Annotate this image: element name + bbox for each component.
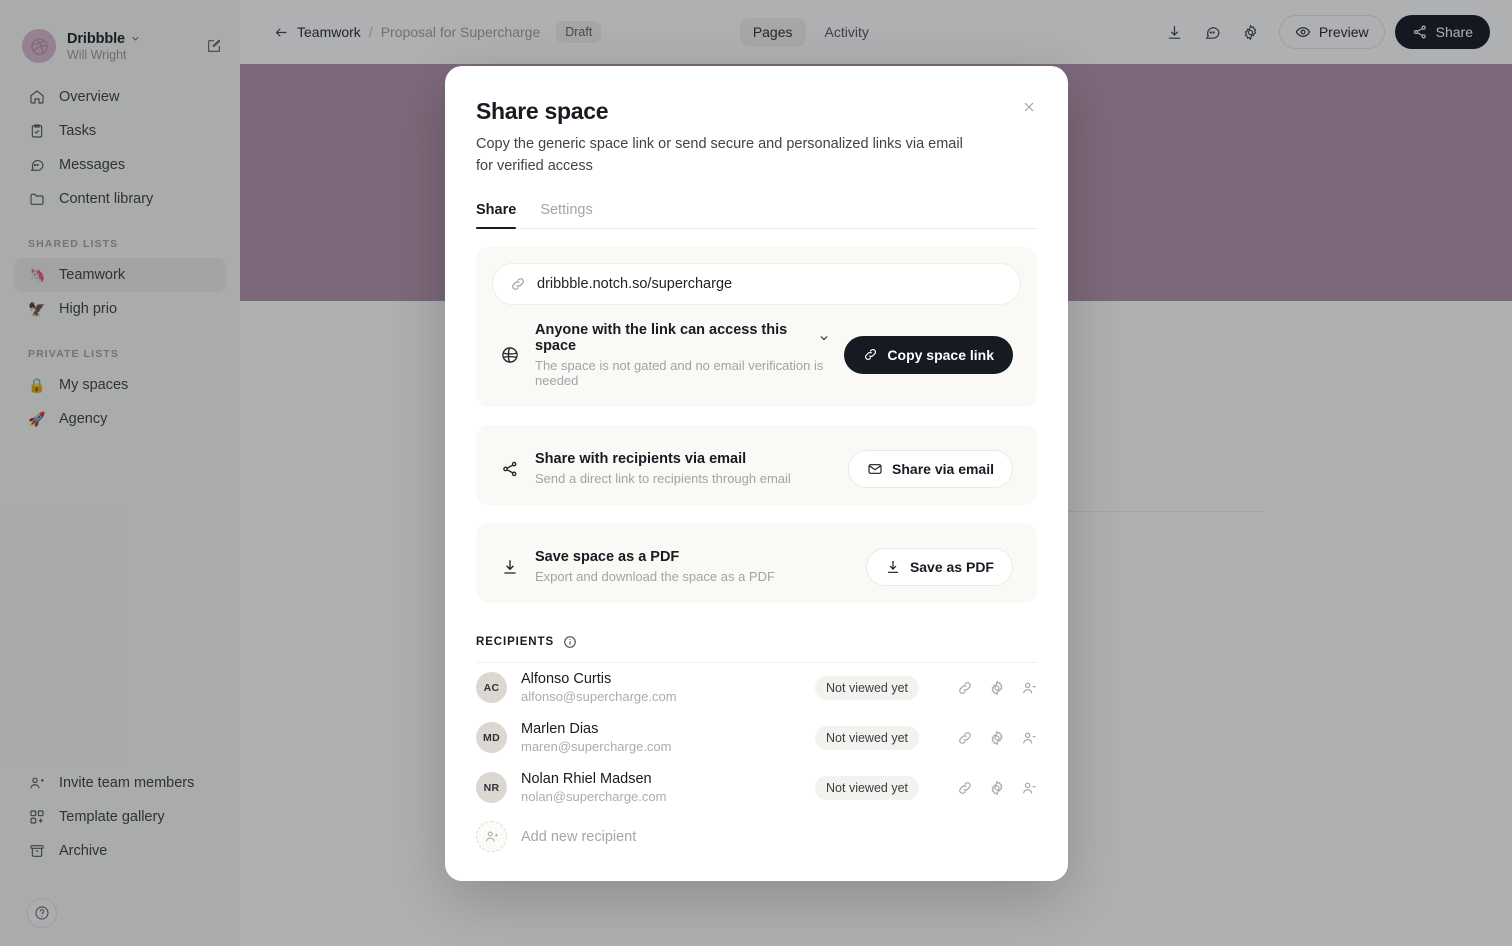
share-email-title: Share with recipients via email <box>535 451 747 467</box>
recipients-header: RECIPIENTS <box>476 635 1037 663</box>
recipient-email: maren@supercharge.com <box>521 739 672 754</box>
recipient-actions <box>957 679 1037 696</box>
link-icon <box>510 276 526 292</box>
user-plus-icon <box>476 821 507 852</box>
space-link-input[interactable] <box>537 275 1003 292</box>
add-recipient-row[interactable]: Add new recipient <box>476 813 1037 861</box>
share-nodes-icon <box>499 460 521 478</box>
access-description: The space is not gated and no email veri… <box>535 357 824 388</box>
recipient-name: Nolan Rhiel Madsen <box>521 771 652 787</box>
share-via-email-label: Share via email <box>892 460 994 477</box>
recipient-status-badge: Not viewed yet <box>815 675 919 700</box>
save-pdf-row: Save space as a PDF Export and download … <box>492 531 1021 589</box>
modal-subtitle: Copy the generic space link or send secu… <box>476 136 963 174</box>
copy-space-link-label: Copy space link <box>887 346 994 363</box>
user-minus-icon[interactable] <box>1021 730 1037 746</box>
gear-icon[interactable] <box>989 679 1005 696</box>
recipient-status-badge: Not viewed yet <box>815 725 919 750</box>
recipient-row[interactable]: NR Nolan Rhiel Madsen nolan@supercharge.… <box>476 763 1037 813</box>
avatar: AC <box>476 672 507 703</box>
recipient-row[interactable]: AC Alfonso Curtis alfonso@supercharge.co… <box>476 663 1037 713</box>
share-email-card: Share with recipients via email Send a d… <box>476 424 1037 505</box>
save-as-pdf-button[interactable]: Save as PDF <box>865 547 1013 586</box>
save-pdf-description: Export and download the space as a PDF <box>535 569 775 584</box>
space-link-field[interactable] <box>492 262 1021 305</box>
link-icon[interactable] <box>957 780 973 796</box>
share-via-email-button[interactable]: Share via email <box>848 449 1013 488</box>
link-icon[interactable] <box>957 680 973 696</box>
gear-icon[interactable] <box>989 779 1005 796</box>
recipient-name: Marlen Dias <box>521 721 599 737</box>
share-email-description: Send a direct link to recipients through… <box>535 471 791 486</box>
add-recipient-label: Add new recipient <box>521 828 637 845</box>
envelope-icon <box>867 461 883 477</box>
recipients-list: AC Alfonso Curtis alfonso@supercharge.co… <box>476 663 1037 861</box>
user-minus-icon[interactable] <box>1021 680 1037 696</box>
space-link-card: Anyone with the link can access this spa… <box>476 246 1037 407</box>
link-icon[interactable] <box>957 730 973 746</box>
recipient-email: nolan@supercharge.com <box>521 789 667 804</box>
info-circle-icon[interactable] <box>563 635 577 649</box>
modal-tabs: Share Settings <box>476 202 1037 229</box>
access-title: Anyone with the link can access this spa… <box>535 321 788 354</box>
access-row: Anyone with the link can access this spa… <box>492 305 1021 391</box>
recipient-actions <box>957 729 1037 746</box>
download-icon <box>885 559 901 575</box>
tab-share[interactable]: Share <box>476 202 517 229</box>
gear-icon[interactable] <box>989 729 1005 746</box>
avatar: NR <box>476 772 507 803</box>
recipient-status-badge: Not viewed yet <box>815 775 919 800</box>
user-minus-icon[interactable] <box>1021 780 1037 796</box>
save-as-pdf-label: Save as PDF <box>909 558 994 575</box>
share-email-row: Share with recipients via email Send a d… <box>492 433 1021 491</box>
download-icon <box>499 558 521 576</box>
recipient-actions <box>957 779 1037 796</box>
recipient-name: Alfonso Curtis <box>521 671 612 687</box>
globe-icon <box>499 345 521 365</box>
save-pdf-title: Save space as a PDF <box>535 549 680 565</box>
share-space-modal: Share space Copy the generic space link … <box>445 66 1068 881</box>
avatar: MD <box>476 722 507 753</box>
save-pdf-card: Save space as a PDF Export and download … <box>476 522 1037 603</box>
copy-space-link-button[interactable]: Copy space link <box>844 335 1013 374</box>
close-icon[interactable] <box>1016 94 1042 120</box>
link-icon <box>863 347 878 362</box>
chevron-down-icon[interactable] <box>818 332 830 344</box>
recipient-email: alfonso@supercharge.com <box>521 689 677 704</box>
recipient-row[interactable]: MD Marlen Dias maren@supercharge.com Not… <box>476 713 1037 763</box>
modal-title: Share space <box>476 98 609 124</box>
tab-settings[interactable]: Settings <box>540 202 592 228</box>
recipients-label: RECIPIENTS <box>476 635 555 648</box>
